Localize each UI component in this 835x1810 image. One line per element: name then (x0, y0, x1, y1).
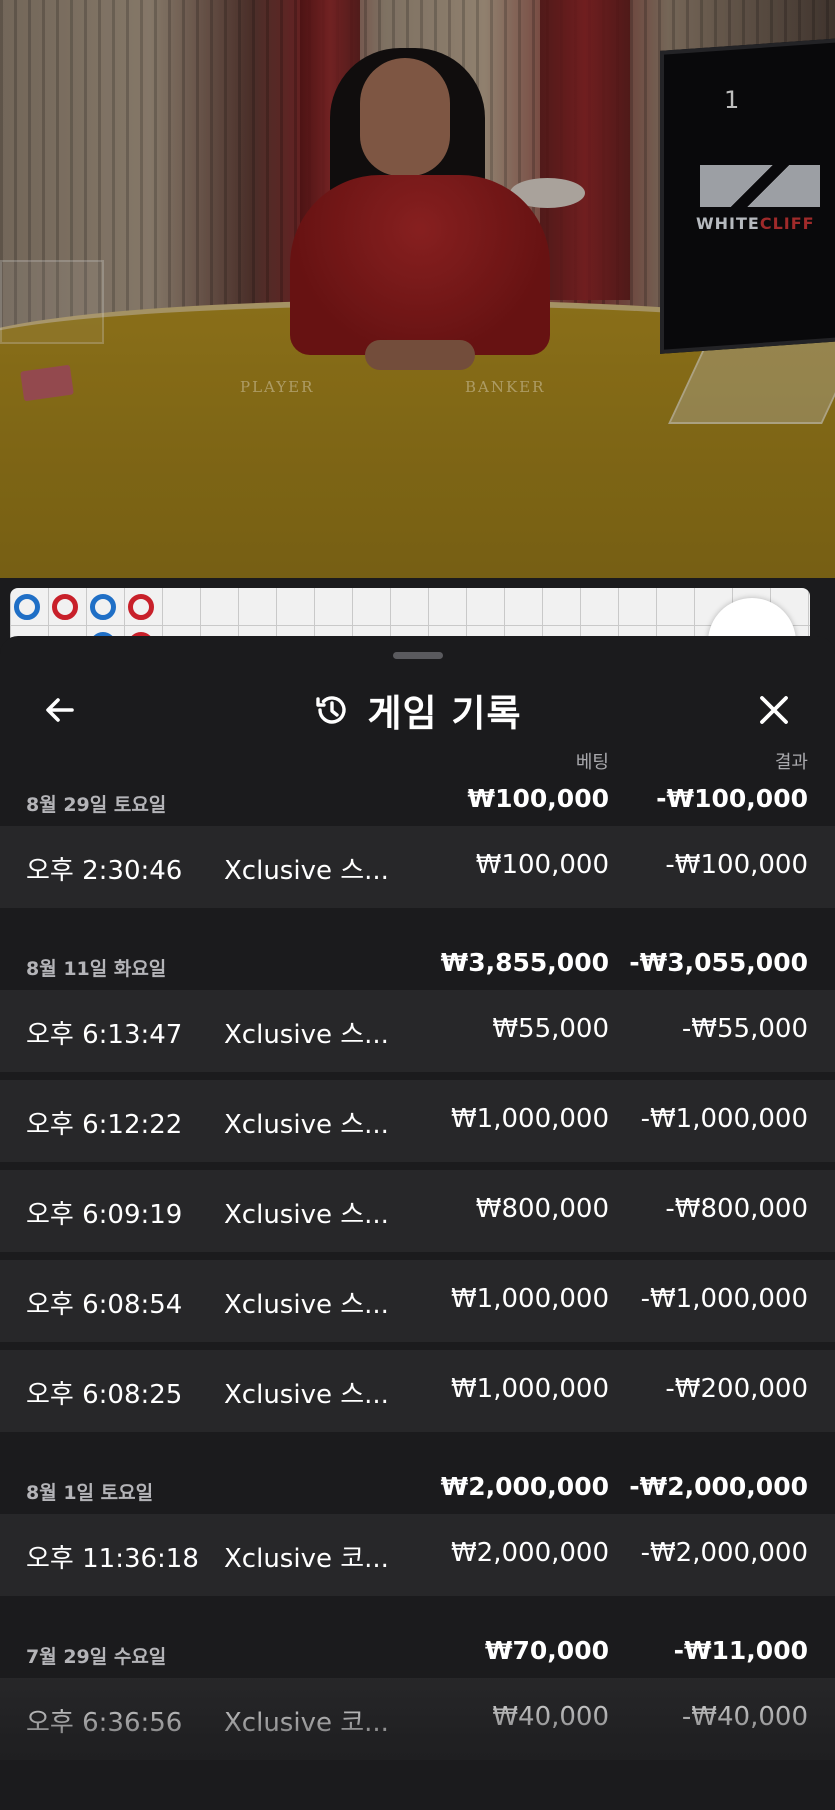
row-bet: ₩1,000,000 (450, 1284, 609, 1314)
video-overlay (0, 0, 835, 578)
live-video-stream: PLAYER BANKER 1 WHITECLIFF (0, 0, 835, 578)
row-time: 오후 6:12:22 (26, 1110, 183, 1140)
row-time: 오후 11:36:18 (26, 1544, 199, 1574)
row-time: 오후 6:13:47 (26, 1020, 183, 1050)
history-list: 8월 29일 토요일 ₩100,000 -₩100,000 오후 2:30:46… (0, 776, 835, 1768)
row-result: -₩1,000,000 (640, 1104, 808, 1134)
row-result: -₩2,000,000 (640, 1538, 808, 1568)
close-x-icon (760, 696, 788, 724)
panel-header: 게임 기록 (0, 680, 835, 740)
row-game-name: Xclusive 코... (224, 1708, 389, 1738)
row-bet: ₩1,000,000 (450, 1104, 609, 1134)
column-headers: 베팅 결과 (0, 748, 835, 774)
player-bead (14, 594, 40, 620)
column-header-result: 결과 (774, 752, 808, 773)
row-time: 오후 2:30:46 (26, 856, 183, 886)
banker-bead (52, 594, 78, 620)
page-title: 게임 기록 (367, 692, 522, 735)
date-total-bet: ₩2,000,000 (440, 1472, 609, 1501)
row-game-name: Xclusive 스... (224, 856, 389, 886)
date-label: 8월 11일 화요일 (26, 958, 167, 980)
history-row[interactable]: 오후 2:30:46 Xclusive 스... ₩100,000 -₩100,… (0, 826, 835, 908)
row-game-name: Xclusive 스... (224, 1290, 389, 1320)
date-total-bet: ₩3,855,000 (440, 948, 609, 977)
history-row[interactable]: 오후 6:09:19 Xclusive 스... ₩800,000 -₩800,… (0, 1170, 835, 1252)
row-game-name: Xclusive 코... (224, 1544, 389, 1574)
history-row[interactable]: 오후 6:08:54 Xclusive 스... ₩1,000,000 -₩1,… (0, 1260, 835, 1342)
history-row[interactable]: 오후 6:08:25 Xclusive 스... ₩1,000,000 -₩20… (0, 1350, 835, 1432)
history-row[interactable]: 오후 11:36:18 Xclusive 코... ₩2,000,000 -₩2… (0, 1514, 835, 1596)
banker-bead (128, 594, 154, 620)
date-group-header: 8월 29일 토요일 ₩100,000 -₩100,000 (0, 776, 835, 826)
row-game-name: Xclusive 스... (224, 1110, 389, 1140)
date-group-header: 7월 29일 수요일 ₩70,000 -₩11,000 (0, 1628, 835, 1678)
date-label: 7월 29일 수요일 (26, 1646, 167, 1668)
row-bet: ₩2,000,000 (450, 1538, 609, 1568)
date-label: 8월 29일 토요일 (26, 794, 167, 816)
date-total-bet: ₩100,000 (467, 784, 609, 813)
history-row[interactable]: 오후 6:12:22 Xclusive 스... ₩1,000,000 -₩1,… (0, 1080, 835, 1162)
row-result: -₩100,000 (665, 850, 808, 880)
date-label: 8월 1일 토요일 (26, 1482, 154, 1504)
date-total-result: -₩11,000 (673, 1636, 808, 1665)
history-clock-icon (316, 696, 347, 724)
row-result: -₩55,000 (681, 1014, 808, 1044)
row-result: -₩1,000,000 (640, 1284, 808, 1314)
history-row[interactable]: 오후 6:36:56 Xclusive 코... ₩40,000 -₩40,00… (0, 1678, 835, 1760)
row-time: 오후 6:08:54 (26, 1290, 183, 1320)
row-time: 오후 6:08:25 (26, 1380, 183, 1410)
date-total-result: -₩2,000,000 (629, 1472, 808, 1501)
row-game-name: Xclusive 스... (224, 1020, 389, 1050)
row-time: 오후 6:09:19 (26, 1200, 183, 1230)
row-game-name: Xclusive 스... (224, 1380, 389, 1410)
close-button[interactable] (748, 684, 800, 736)
row-result: -₩40,000 (681, 1702, 808, 1732)
drag-handle[interactable] (393, 652, 443, 659)
row-bet: ₩55,000 (492, 1014, 609, 1044)
row-time: 오후 6:36:56 (26, 1708, 183, 1738)
row-bet: ₩100,000 (475, 850, 609, 880)
row-bet: ₩40,000 (492, 1702, 609, 1732)
player-bead (90, 594, 116, 620)
row-bet: ₩1,000,000 (450, 1374, 609, 1404)
game-history-panel: 게임 기록 베팅 결과 8월 29일 토요일 ₩100,000 -₩100,00… (0, 636, 835, 1810)
date-total-result: -₩3,055,000 (629, 948, 808, 977)
date-total-bet: ₩70,000 (484, 1636, 609, 1665)
date-group-header: 8월 11일 화요일 ₩3,855,000 -₩3,055,000 (0, 940, 835, 990)
row-result: -₩800,000 (665, 1194, 808, 1224)
history-row[interactable]: 오후 6:13:47 Xclusive 스... ₩55,000 -₩55,00… (0, 990, 835, 1072)
column-header-bet: 베팅 (575, 752, 609, 773)
date-total-result: -₩100,000 (656, 784, 808, 813)
row-bet: ₩800,000 (475, 1194, 609, 1224)
row-game-name: Xclusive 스... (224, 1200, 389, 1230)
row-result: -₩200,000 (665, 1374, 808, 1404)
date-group-header: 8월 1일 토요일 ₩2,000,000 -₩2,000,000 (0, 1464, 835, 1514)
